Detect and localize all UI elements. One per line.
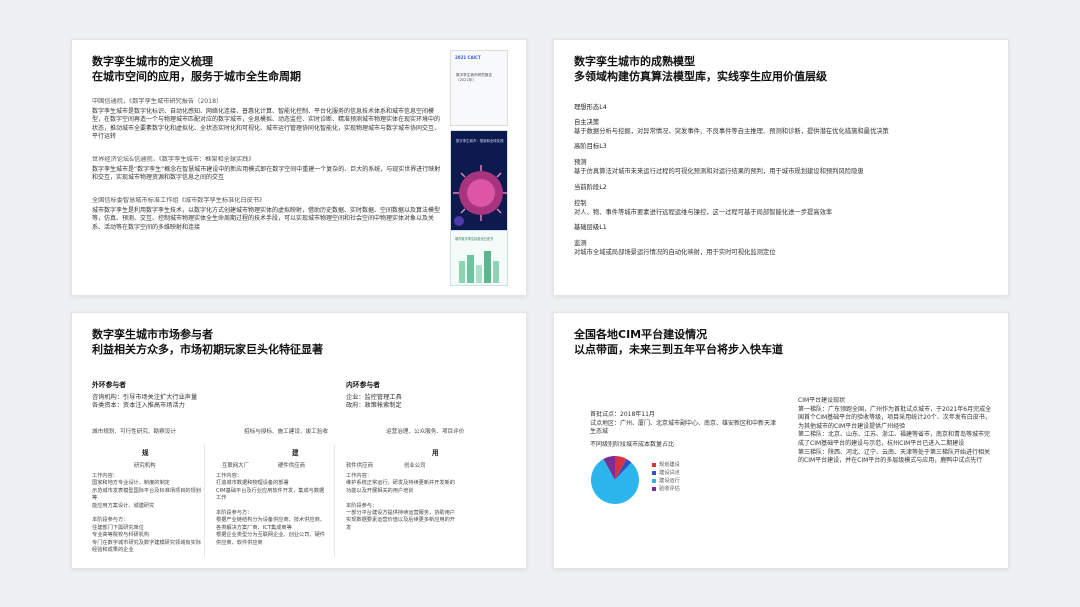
level-label: 理想形态L4 bbox=[574, 104, 607, 111]
level-label: 当前阶段L2 bbox=[574, 184, 607, 191]
level-l4: 理想形态L4 bbox=[574, 103, 994, 112]
title-line-1: 数字孪生城市的成熟模型 bbox=[574, 55, 695, 68]
pie-legend: 规划建设建设试点建设运行验收评估 bbox=[652, 461, 680, 493]
level-l1: 基础层级L1 bbox=[574, 223, 994, 232]
stage-use-tasks: 运营治理、公众服务、项目评价 bbox=[386, 429, 465, 435]
phase-use: 用 bbox=[432, 449, 439, 457]
report-cover-2021: 2021 CAICT 数字孪生城市研究报告（2021年） bbox=[450, 50, 508, 126]
slide-digital-twin-definition: 数字孪生城市的定义梳理 在城市空间的应用，服务于城市全生命周期 中国信通院，《数… bbox=[71, 39, 527, 296]
col-build: 工作内容： 打造城市数据和物理设备的部署 CIM基础平台及行业应用软件开发，集成… bbox=[216, 473, 326, 567]
pilot-info: 首批试点：2018年11月 试点地区：广州、厦门、北京城市副中心、南京、雄安新区… bbox=[590, 411, 777, 436]
legend-label: 规划建设 bbox=[659, 462, 680, 468]
slide-cim-platform: 全国各地CIM平台建设情况 以点带面，未来三到五年平台将步入快车道 首批试点：2… bbox=[553, 312, 1009, 569]
legend-swatch bbox=[652, 479, 656, 483]
cover-title: 数字孪生城市研究报告（2021年） bbox=[456, 73, 492, 82]
legend-item-3: 验收评估 bbox=[652, 485, 680, 493]
definition-block-3: 全国信标委智慧城市标准工作组《城市数字孪生标准化白皮书》 城市数字孪生是利用数字… bbox=[92, 197, 442, 247]
level-monitor: 监测 对城市全域或局部场景运行情况的自动化映射，用于实时可视化监测定位 bbox=[574, 239, 994, 257]
inner-participants: 内环参与者 企业：监控管理工具 政府：政策帐索制定 bbox=[346, 381, 402, 411]
slide-title: 数字孪生城市的定义梳理 在城市空间的应用，服务于城市全生命周期 bbox=[92, 54, 301, 84]
divider bbox=[334, 445, 335, 557]
title-line-2: 利益相关方众多，市场初期玩家巨头化特征显著 bbox=[92, 343, 323, 356]
pie-chart bbox=[591, 456, 639, 504]
inner-line-2: 政府：政策帐索制定 bbox=[346, 402, 402, 410]
level-label: 控制 bbox=[574, 200, 587, 207]
definition-source-1: 中国信通院，《数字孪生城市研究报告（2018） bbox=[92, 98, 223, 105]
virus-cover-art bbox=[453, 165, 507, 226]
stage-plan-tasks: 城市规划、可行性研究、勘察设计 bbox=[92, 429, 176, 435]
outer-heading: 外环参与者 bbox=[92, 381, 126, 389]
slide-title: 数字孪生城市市场参与者 利益相关方众多，市场初期玩家巨头化特征显著 bbox=[92, 327, 323, 357]
report-cover-framework: 数字孪生城市：框架和全球实践 bbox=[450, 130, 508, 246]
level-desc: 对城市全域或局部场景运行情况的自动化映射，用于实时可视化监测定位 bbox=[574, 249, 776, 256]
inner-line-1: 企业：监控管理工具 bbox=[346, 393, 402, 401]
legend-label: 建设运行 bbox=[659, 478, 680, 484]
city-cover-art bbox=[459, 251, 499, 283]
legend-item-1: 建设试点 bbox=[652, 469, 680, 477]
level-l3: 高阶目标L3 bbox=[574, 142, 994, 151]
legend-swatch bbox=[652, 487, 656, 491]
col-use-text: 工作内容： 维护系统正常运行，研发及持续更新并开发新的功能以及开展相关的用户培训… bbox=[346, 473, 455, 531]
stage-build-tasks: 招标与授标、施工建设、竣工验收 bbox=[244, 429, 328, 435]
sub-internet: 互联网大厂 bbox=[222, 463, 249, 469]
cim-status: CIM平台建设现状 第一梯队：广东领跑全国，广州作为首批试点城市，于2021年6… bbox=[798, 397, 992, 465]
sub-research: 研究机构 bbox=[134, 463, 156, 469]
level-l2: 当前阶段L2 bbox=[574, 183, 994, 192]
definition-text-3: 城市数字孪生是利用数字孪生技术，以数字化方式创建城市物理实体的虚拟映射，借助历史… bbox=[92, 206, 441, 231]
divider bbox=[204, 445, 205, 557]
title-line-2: 在城市空间的应用，服务于城市全生命周期 bbox=[92, 70, 301, 83]
outer-line-1: 咨询机构：引导市场关注扩大行业声量 bbox=[92, 393, 198, 401]
definition-text-2: 数字孪生城市是“数字孪生”概念在智慧城市建设中的新应用模式即在数字空间中重建一个… bbox=[92, 165, 441, 182]
outer-participants: 外环参与者 咨询机构：引导市场关注扩大行业声量 各类资本：资本注入推高市场活力 bbox=[92, 381, 197, 411]
col-plan: 工作内容： 国家和地方专业设计、制度的制定 示范城市发表模型国际平台及标准场项目… bbox=[92, 473, 202, 567]
legend-label: 建设试点 bbox=[659, 470, 680, 476]
sub-startup: 创业公司 bbox=[404, 463, 426, 469]
report-cover-whitepaper: 城市数字孪生标准化白皮书 bbox=[450, 230, 508, 286]
level-desc: 基于仿真算法对城市未来运行过程的可视化预测和对运行结果的预判，用于城市规划建设和… bbox=[574, 168, 864, 175]
phase-plan: 规 bbox=[142, 449, 149, 457]
sub-software: 软件供应商 bbox=[346, 463, 373, 469]
definition-block-2: 世界经济论坛&信通院，《数字孪生城市：框架和全球实践》 数字孪生城市是“数字孪生… bbox=[92, 156, 442, 192]
slide-maturity-model: 数字孪生城市的成熟模型 多领域构建仿真算法模型库，实线孪生应用价值层级 理想形态… bbox=[553, 39, 1009, 296]
col-build-text: 工作内容： 打造城市数据和物理设备的部署 CIM基础平台及行业应用软件开发，集成… bbox=[216, 473, 325, 546]
title-line-1: 数字孪生城市的定义梳理 bbox=[92, 55, 213, 68]
level-predict: 预测 基于仿真算法对城市未来运行过程的可视化预测和对运行结果的预判，用于城市规划… bbox=[574, 158, 994, 176]
legend-item-0: 规划建设 bbox=[652, 461, 680, 469]
phase-build: 建 bbox=[292, 449, 299, 457]
definition-block-1: 中国信通院，《数字孪生城市研究报告（2018） 数字孪生城市是数字化标识、自动化… bbox=[92, 98, 442, 146]
outer-line-2: 各类资本：资本注入推高市场活力 bbox=[92, 402, 185, 410]
legend-swatch bbox=[652, 471, 656, 475]
level-label: 预测 bbox=[574, 159, 587, 166]
title-line-1: 数字孪生城市市场参与者 bbox=[92, 328, 213, 341]
title-line-2: 以点带面，未来三到五年平台将步入快车道 bbox=[574, 343, 783, 356]
sub-hardware: 硬件供应商 bbox=[278, 463, 305, 469]
level-label: 自主决策 bbox=[574, 119, 600, 126]
legend-swatch bbox=[652, 463, 656, 467]
definition-text-1: 数字孪生城市是数字化标识、自动化感知、网络化连接、普惠化计算、智能化控制、平台化… bbox=[92, 107, 441, 141]
col-plan-text: 工作内容： 国家和地方专业设计、制度的制定 示范城市发表模型国际平台及标准场项目… bbox=[92, 473, 201, 554]
definition-source-3: 全国信标委智慧城市标准工作组《城市数字孪生标准化白皮书》 bbox=[92, 197, 266, 204]
legend-label: 验收评估 bbox=[659, 486, 680, 492]
inner-heading: 内环参与者 bbox=[346, 381, 380, 389]
slide-market-participants: 数字孪生城市市场参与者 利益相关方众多，市场初期玩家巨头化特征显著 外环参与者 … bbox=[71, 312, 527, 569]
level-autonomous: 自主决策 基于数据分析与挖掘，对异常情况、突发事件、不良事件等自主推理、预测和诊… bbox=[574, 118, 994, 136]
definition-source-2: 世界经济论坛&信通院，《数字孪生城市：框架和全球实践》 bbox=[92, 156, 255, 163]
slide-title: 数字孪生城市的成熟模型 多领域构建仿真算法模型库，实线孪生应用价值层级 bbox=[574, 54, 827, 84]
level-desc: 基于数据分析与挖掘，对异常情况、突发事件、不良事件等自主推理、预测和诊断，提供潜… bbox=[574, 128, 889, 135]
level-label: 基础层级L1 bbox=[574, 224, 607, 231]
col-use: 工作内容： 维护系统正常运行，研发及持续更新并开发新的功能以及开展相关的用户培训… bbox=[346, 473, 456, 567]
cover-logo: 2021 CAICT bbox=[455, 55, 481, 60]
level-control: 控制 对人、物、事件等城市要素进行远程运维与操控，这一过程可基于局部智能化进一步… bbox=[574, 199, 994, 217]
level-label: 高阶目标L3 bbox=[574, 143, 607, 150]
title-line-2: 多领域构建仿真算法模型库，实线孪生应用价值层级 bbox=[574, 70, 827, 83]
title-line-1: 全国各地CIM平台建设情况 bbox=[574, 328, 708, 341]
level-label: 监测 bbox=[574, 240, 587, 247]
level-desc: 对人、物、事件等城市要素进行远程运维与操控，这一过程可基于局部智能化进一步提高效… bbox=[574, 209, 833, 216]
legend-item-2: 建设运行 bbox=[652, 477, 680, 485]
chart-caption: 不同级别阶段城市成本数量占比 bbox=[590, 441, 675, 448]
slide-title: 全国各地CIM平台建设情况 以点带面，未来三到五年平台将步入快车道 bbox=[574, 327, 783, 357]
